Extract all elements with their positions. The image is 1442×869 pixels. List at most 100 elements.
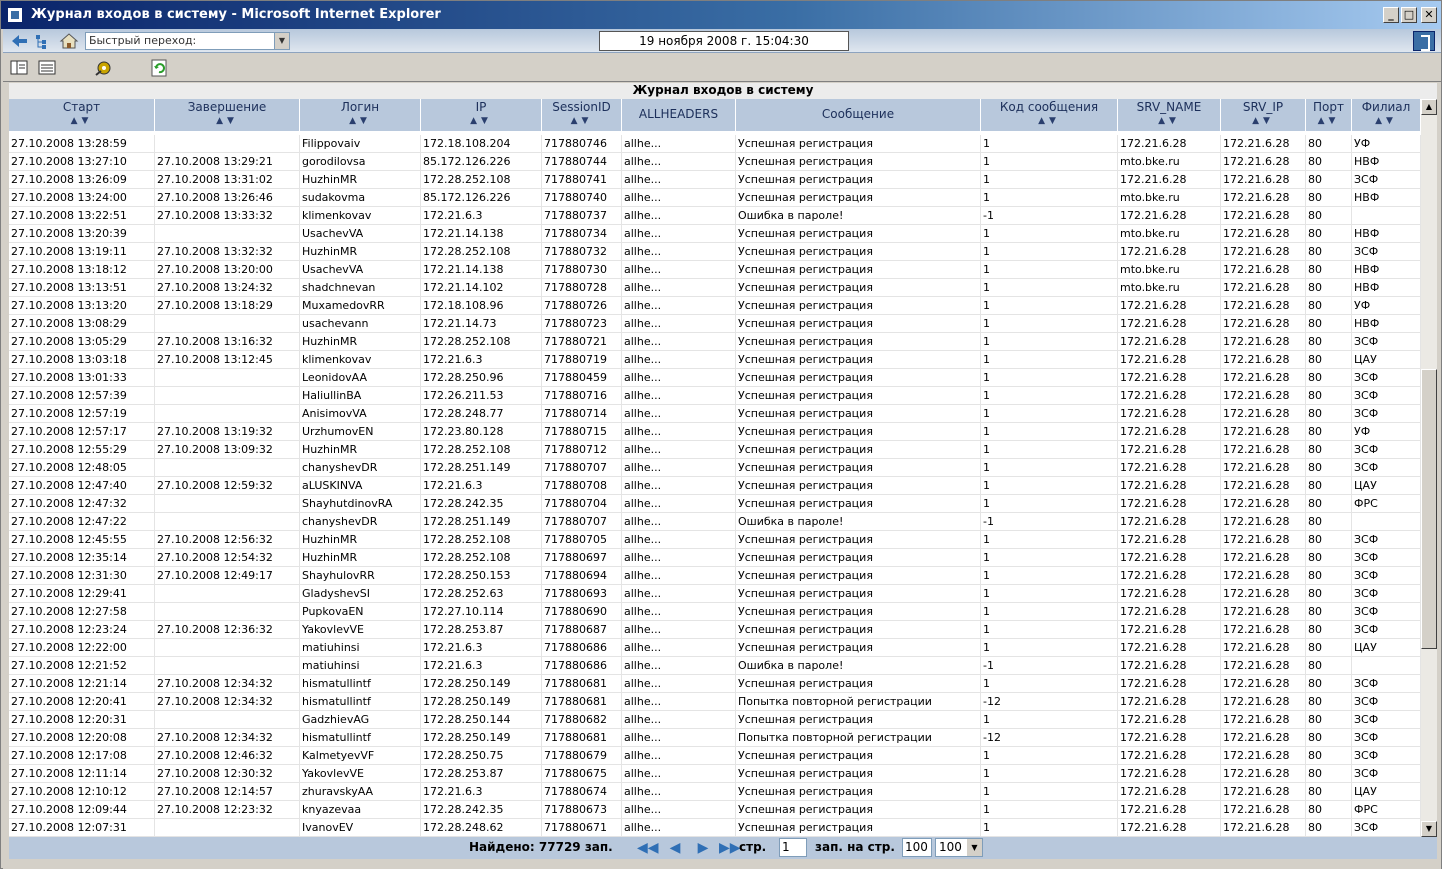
vertical-scrollbar[interactable]: ▲ ▼ <box>1421 99 1437 837</box>
table-row[interactable]: 27.10.2008 12:21:52 matiuhinsi 172.21.6.3 7… <box>9 657 1421 675</box>
chevron-down-icon[interactable]: ▼ <box>967 839 982 856</box>
column-header-end[interactable]: Завершение ▲▼ <box>155 99 300 131</box>
table-row[interactable]: 27.10.2008 13:01:33 LeonidovAA 172.28.250.… <box>9 369 1421 387</box>
sort-arrows-icon[interactable]: ▲▼ <box>1118 116 1220 126</box>
last-page-button[interactable]: ▶▶ <box>719 839 741 857</box>
sort-arrows-icon[interactable]: ▲▼ <box>155 116 299 126</box>
table-row[interactable]: 27.10.2008 13:26:09 27.10.2008 13:31:02 Hu… <box>9 171 1421 189</box>
sort-arrows-icon[interactable]: ▲▼ <box>300 116 420 126</box>
next-page-button[interactable]: ▶ <box>693 839 713 857</box>
sort-arrows-icon[interactable]: ▲▼ <box>421 116 541 126</box>
table-row[interactable]: 27.10.2008 12:20:31 GadzhievAG 172.28.250.… <box>9 711 1421 729</box>
table-row[interactable]: 27.10.2008 13:27:10 27.10.2008 13:29:21 go… <box>9 153 1421 171</box>
scroll-up-button[interactable]: ▲ <box>1421 99 1437 115</box>
sort-arrows-icon[interactable]: ▲▼ <box>981 116 1117 126</box>
table-row[interactable]: 27.10.2008 12:20:08 27.10.2008 12:34:32 hi… <box>9 729 1421 747</box>
cell-message: Попытка повторной регистрации <box>736 729 981 747</box>
cell-end: 27.10.2008 12:49:17 <box>155 567 300 585</box>
column-header-allheaders[interactable]: ALLHEADERS <box>622 99 736 131</box>
table-row[interactable]: 27.10.2008 12:48:05 chanyshevDR 172.28.251… <box>9 459 1421 477</box>
table-row[interactable]: 27.10.2008 12:31:30 27.10.2008 12:49:17 Sh… <box>9 567 1421 585</box>
per-page-select[interactable]: 100 ▼ <box>935 838 983 857</box>
cell-session-id: 717880686 <box>542 639 622 657</box>
cell-port: 80 <box>1306 819 1352 837</box>
table-row[interactable]: 27.10.2008 12:47:40 27.10.2008 12:59:32 aL… <box>9 477 1421 495</box>
first-page-button[interactable]: ◀◀ <box>637 839 659 857</box>
table-row[interactable]: 27.10.2008 12:22:00 matiuhinsi 172.21.6.3 7… <box>9 639 1421 657</box>
table-row[interactable]: 27.10.2008 13:03:18 27.10.2008 13:12:45 kl… <box>9 351 1421 369</box>
cell-message: Успешная регистрация <box>736 819 981 837</box>
table-row[interactable]: 27.10.2008 12:57:39 HaliullinBA 172.26.211… <box>9 387 1421 405</box>
table-row[interactable]: 27.10.2008 12:09:44 27.10.2008 12:23:32 kn… <box>9 801 1421 819</box>
cell-srv-name: 172.21.6.28 <box>1118 657 1221 675</box>
quick-nav-select[interactable]: Быстрый переход: ▼ <box>85 32 290 50</box>
table-row[interactable]: 27.10.2008 13:24:00 27.10.2008 13:26:46 su… <box>9 189 1421 207</box>
table-row[interactable]: 27.10.2008 12:07:31 IvanovEV 172.28.248.62… <box>9 819 1421 837</box>
column-header-login[interactable]: Логин ▲▼ <box>300 99 421 131</box>
scroll-down-button[interactable]: ▼ <box>1421 821 1437 837</box>
cell-message-code: 1 <box>981 747 1118 765</box>
table-row[interactable]: 27.10.2008 12:29:41 GladyshevSI 172.28.252… <box>9 585 1421 603</box>
cell-session-id: 717880734 <box>542 225 622 243</box>
sort-arrows-icon[interactable]: ▲▼ <box>1306 116 1351 126</box>
list-view-button[interactable] <box>37 58 59 78</box>
maximize-button[interactable]: □ <box>1401 7 1417 23</box>
home-button[interactable] <box>59 32 79 50</box>
table-row[interactable]: 27.10.2008 12:10:12 27.10.2008 12:14:57 zh… <box>9 783 1421 801</box>
page-number-input[interactable]: 1 <box>779 838 807 857</box>
panel-view-button[interactable] <box>9 58 31 78</box>
minimize-button[interactable]: _ <box>1383 7 1399 23</box>
table-row[interactable]: 27.10.2008 13:22:51 27.10.2008 13:33:32 kl… <box>9 207 1421 225</box>
cell-message: Успешная регистрация <box>736 621 981 639</box>
column-header-message-code[interactable]: Код сообщения ▲▼ <box>981 99 1118 131</box>
table-row[interactable]: 27.10.2008 12:47:32 ShayhutdinovRA 172.28.… <box>9 495 1421 513</box>
sort-arrows-icon[interactable]: ▲▼ <box>9 116 154 126</box>
cell-port: 80 <box>1306 603 1352 621</box>
prev-page-button[interactable]: ◀ <box>665 839 685 857</box>
column-header-message[interactable]: Сообщение <box>736 99 981 131</box>
table-row[interactable]: 27.10.2008 13:05:29 27.10.2008 13:16:32 Hu… <box>9 333 1421 351</box>
table-row[interactable]: 27.10.2008 13:20:39 UsachevVA 172.21.14.13… <box>9 225 1421 243</box>
refresh-button[interactable] <box>149 58 171 78</box>
cell-login: Filippovaiv <box>300 135 421 153</box>
filter-settings-button[interactable] <box>93 58 115 78</box>
column-header-ip[interactable]: IP ▲▼ <box>421 99 542 131</box>
back-button[interactable] <box>9 32 29 50</box>
sort-arrows-icon[interactable]: ▲▼ <box>542 116 621 126</box>
table-row[interactable]: 27.10.2008 12:57:19 AnisimovVA 172.28.248.… <box>9 405 1421 423</box>
sort-arrows-icon[interactable]: ▲▼ <box>1352 116 1420 126</box>
browser-window: Журнал входов в систему - Microsoft Inte… <box>0 0 1442 869</box>
close-button[interactable]: ✕ <box>1421 7 1437 23</box>
table-row[interactable]: 27.10.2008 13:13:20 27.10.2008 13:18:29 Mu… <box>9 297 1421 315</box>
chevron-down-icon[interactable]: ▼ <box>274 33 289 49</box>
scroll-thumb[interactable] <box>1421 369 1437 649</box>
table-row[interactable]: 27.10.2008 12:27:58 PupkovaEN 172.27.10.11… <box>9 603 1421 621</box>
tree-view-button[interactable] <box>33 32 53 50</box>
column-header-start[interactable]: Старт ▲▼ <box>9 99 155 131</box>
column-header-srv-ip[interactable]: SRV_IP ▲▼ <box>1221 99 1306 131</box>
table-row[interactable]: 27.10.2008 12:17:08 27.10.2008 12:46:32 Ka… <box>9 747 1421 765</box>
table-row[interactable]: 27.10.2008 12:35:14 27.10.2008 12:54:32 Hu… <box>9 549 1421 567</box>
per-page-input[interactable]: 100 <box>902 838 932 857</box>
column-header-session-id[interactable]: SessionID ▲▼ <box>542 99 622 131</box>
table-row[interactable]: 27.10.2008 12:45:55 27.10.2008 12:56:32 Hu… <box>9 531 1421 549</box>
sort-arrows-icon[interactable]: ▲▼ <box>1221 116 1305 126</box>
column-header-branch[interactable]: Филиал ▲▼ <box>1352 99 1421 131</box>
table-row[interactable]: 27.10.2008 12:57:17 27.10.2008 13:19:32 Ur… <box>9 423 1421 441</box>
table-row[interactable]: 27.10.2008 12:20:41 27.10.2008 12:34:32 hi… <box>9 693 1421 711</box>
table-row[interactable]: 27.10.2008 13:13:51 27.10.2008 13:24:32 sh… <box>9 279 1421 297</box>
table-row[interactable]: 27.10.2008 13:28:59 Filippovaiv 172.18.108… <box>9 135 1421 153</box>
table-row[interactable]: 27.10.2008 12:21:14 27.10.2008 12:34:32 hi… <box>9 675 1421 693</box>
column-header-srv-name[interactable]: SRV_NAME ▲▼ <box>1118 99 1221 131</box>
table-row[interactable]: 27.10.2008 12:55:29 27.10.2008 13:09:32 Hu… <box>9 441 1421 459</box>
cell-end <box>155 387 300 405</box>
exit-button[interactable] <box>1413 31 1435 51</box>
table-row[interactable]: 27.10.2008 12:23:24 27.10.2008 12:36:32 Ya… <box>9 621 1421 639</box>
cell-message-code: 1 <box>981 459 1118 477</box>
table-row[interactable]: 27.10.2008 12:47:22 chanyshevDR 172.28.251… <box>9 513 1421 531</box>
table-row[interactable]: 27.10.2008 12:11:14 27.10.2008 12:30:32 Ya… <box>9 765 1421 783</box>
table-row[interactable]: 27.10.2008 13:18:12 27.10.2008 13:20:00 Us… <box>9 261 1421 279</box>
column-header-port[interactable]: Порт ▲▼ <box>1306 99 1352 131</box>
table-row[interactable]: 27.10.2008 13:19:11 27.10.2008 13:32:32 Hu… <box>9 243 1421 261</box>
table-row[interactable]: 27.10.2008 13:08:29 usachevann 172.21.14.7… <box>9 315 1421 333</box>
